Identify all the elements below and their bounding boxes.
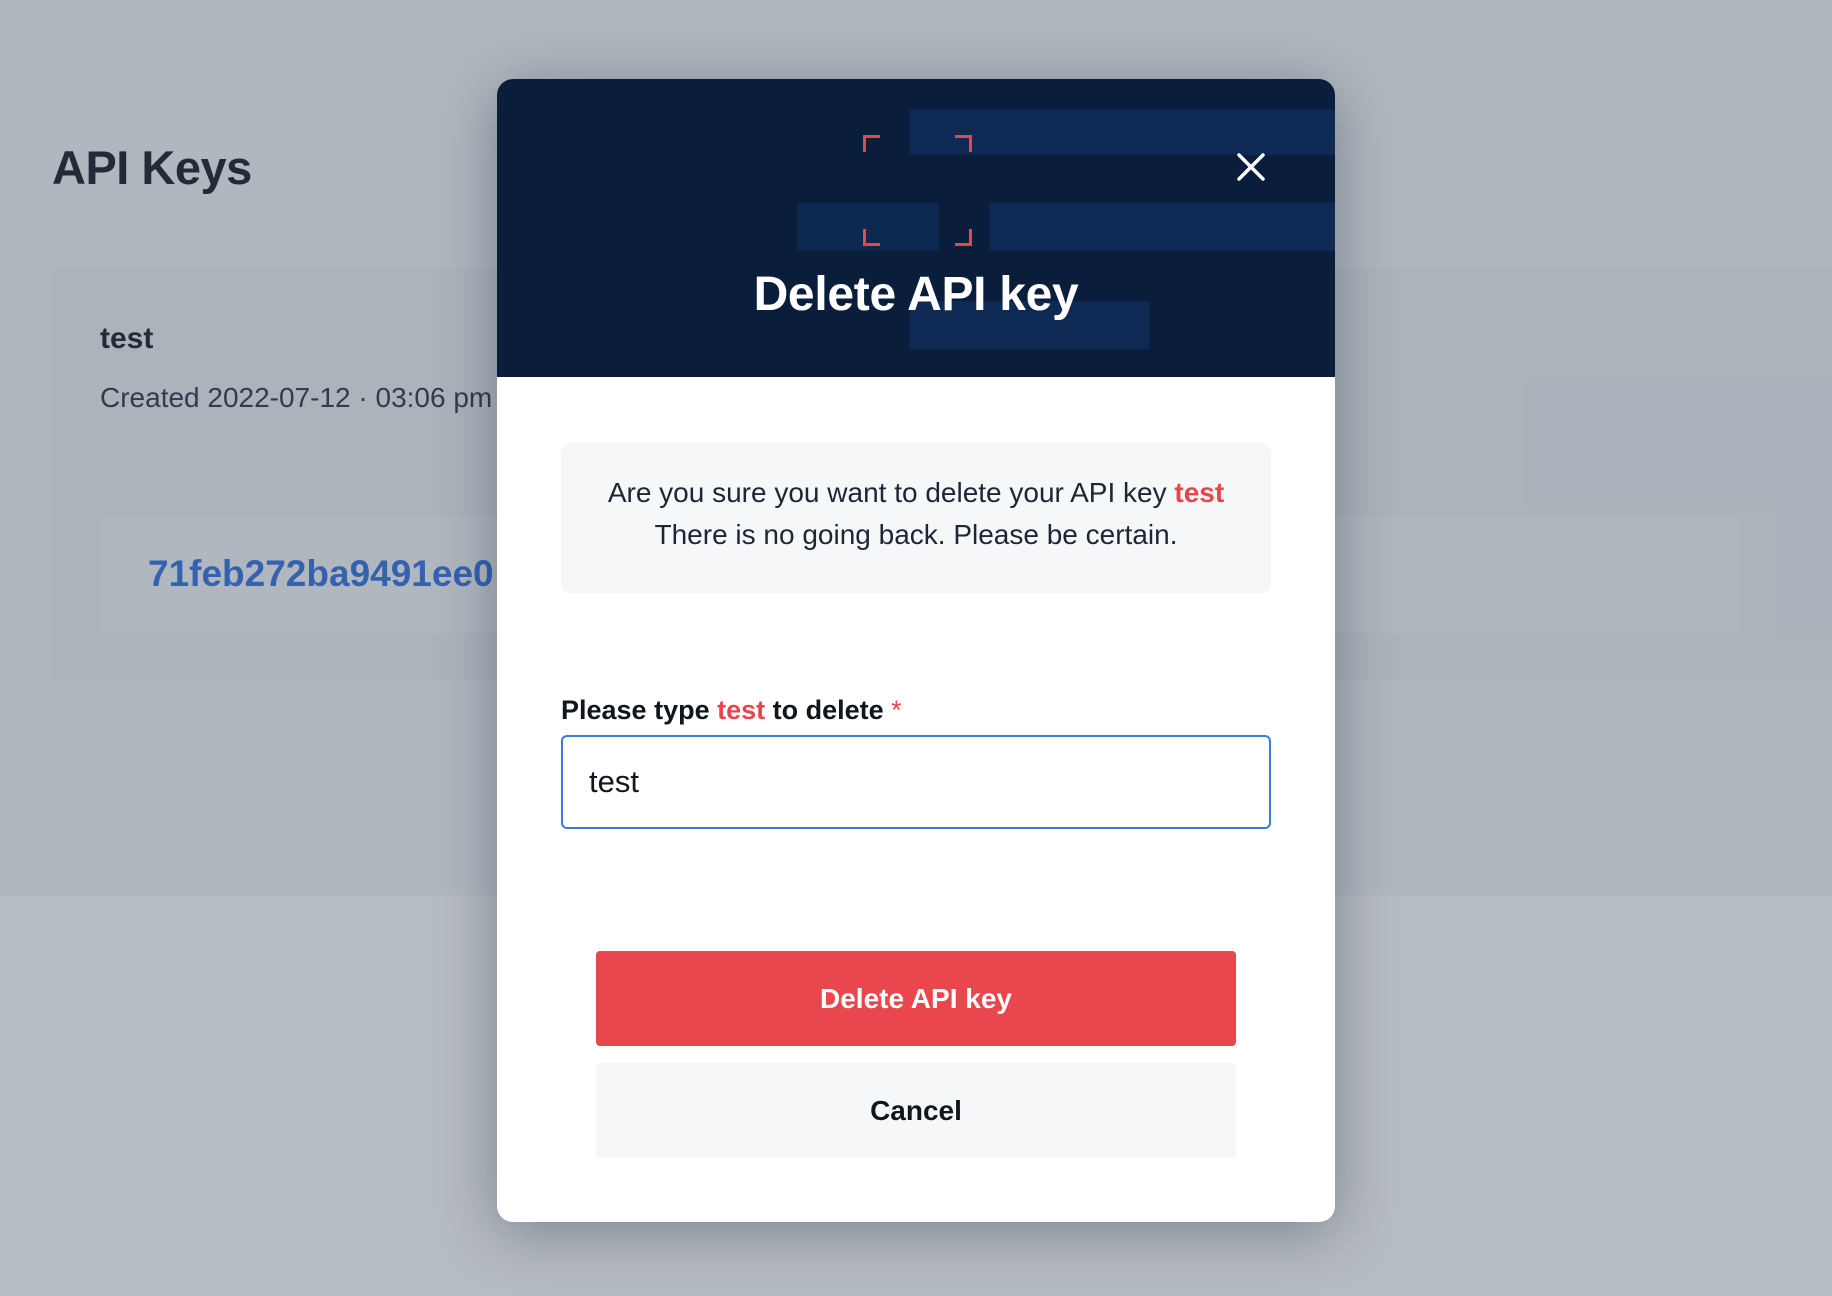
confirm-label-suffix: to delete bbox=[765, 695, 884, 725]
focus-corner-icon bbox=[955, 135, 972, 152]
confirm-label-prefix: Please type bbox=[561, 695, 718, 725]
focus-corner-icon bbox=[863, 135, 880, 152]
confirm-label-key: test bbox=[717, 695, 766, 725]
focus-corner-icon bbox=[955, 229, 972, 246]
close-button[interactable] bbox=[1226, 142, 1276, 192]
confirm-field-label: Please type test to delete * bbox=[561, 695, 902, 726]
warning-key-name: test bbox=[1174, 477, 1225, 508]
warning-text-prefix: Are you sure you want to delete your API… bbox=[607, 477, 1175, 508]
warning-text: Are you sure you want to delete your API… bbox=[497, 477, 1335, 509]
delete-api-key-dialog: Delete API key Are you sure you want to … bbox=[497, 79, 1335, 1222]
focus-corner-icon bbox=[863, 229, 880, 246]
close-icon bbox=[1237, 153, 1265, 181]
dialog-title: Delete API key bbox=[753, 268, 1079, 321]
warning-subtext: There is no going back. Please be certai… bbox=[654, 519, 1178, 550]
delete-api-key-button[interactable]: Delete API key bbox=[596, 951, 1236, 1046]
confirm-key-name-input[interactable] bbox=[561, 735, 1271, 829]
header-decoration bbox=[989, 203, 1335, 251]
warning-message-box bbox=[561, 443, 1271, 593]
dialog-header: Delete API key bbox=[497, 79, 1335, 377]
cancel-button[interactable]: Cancel bbox=[596, 1063, 1236, 1158]
required-marker: * bbox=[891, 695, 902, 725]
